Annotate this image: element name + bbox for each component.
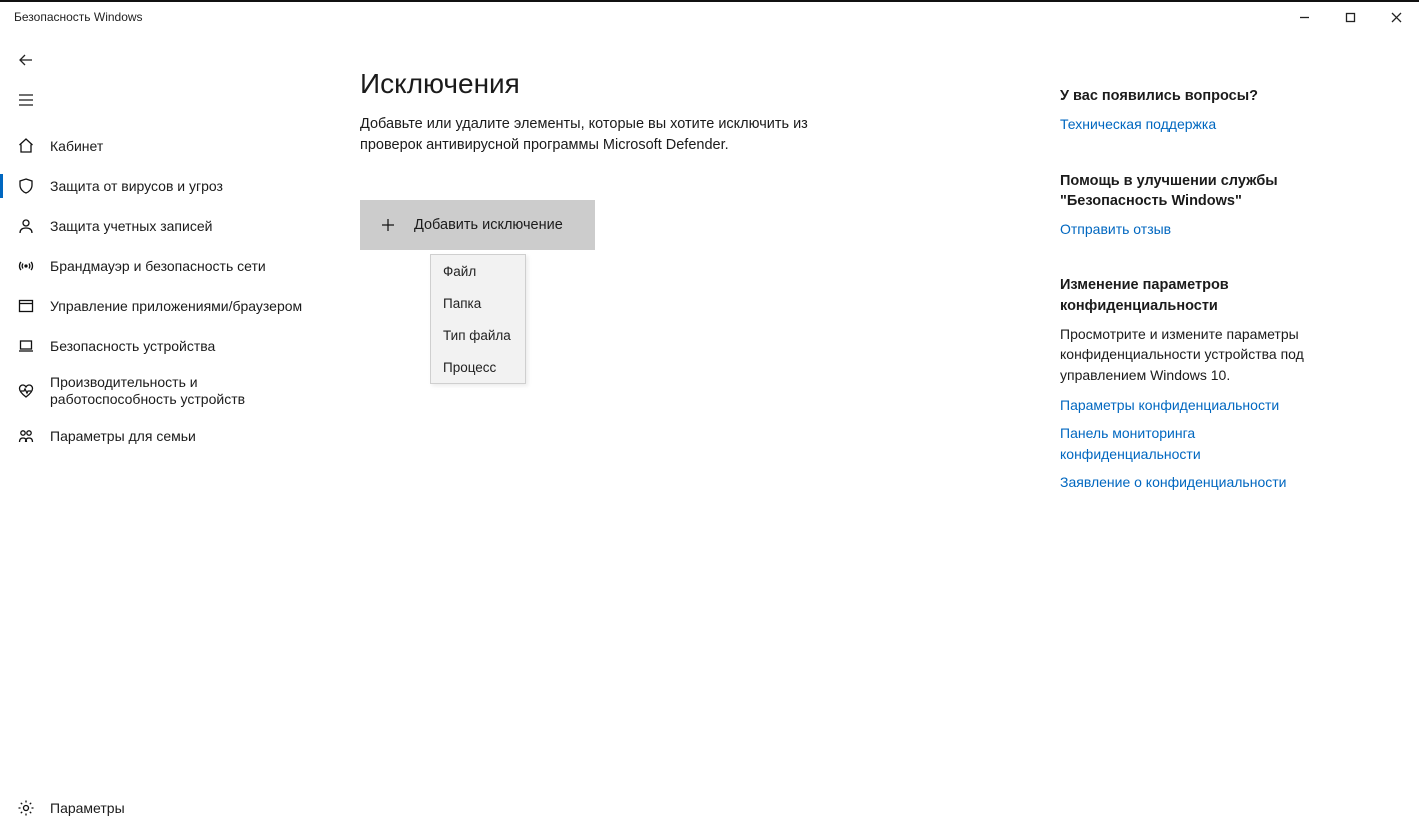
laptop-icon [16,336,36,356]
help-heading: У вас появились вопросы? [1060,86,1326,106]
privacy-settings-link[interactable]: Параметры конфиденциальности [1060,395,1326,415]
sidebar-item-firewall[interactable]: Брандмауэр и безопасность сети [0,246,320,286]
heart-icon [16,381,36,401]
sidebar-item-label: Защита учетных записей [50,218,212,235]
sidebar-item-virus[interactable]: Защита от вирусов и угроз [0,166,320,206]
gear-icon [16,798,36,818]
sidebar: Кабинет Защита от вирусов и угроз Защита… [0,32,320,834]
signal-icon [16,256,36,276]
app-window-icon [16,296,36,316]
hamburger-icon [17,91,35,109]
page-description: Добавьте или удалите элементы, которые в… [360,114,820,156]
dropdown-item-filetype[interactable]: Тип файла [431,319,525,351]
add-exclusion-label: Добавить исключение [414,217,563,233]
right-column: У вас появились вопросы? Техническая под… [1060,60,1350,834]
home-icon [16,136,36,156]
sidebar-item-label: Управление приложениями/браузером [50,298,302,315]
sidebar-item-home[interactable]: Кабинет [0,126,320,166]
dropdown-item-folder[interactable]: Папка [431,287,525,319]
privacy-heading: Изменение параметров конфиденциальности [1060,275,1326,316]
sidebar-item-label: Параметры для семьи [50,428,196,445]
sidebar-item-label: Защита от вирусов и угроз [50,178,223,195]
dropdown-item-process[interactable]: Процесс [431,351,525,383]
family-icon [16,426,36,446]
close-button[interactable] [1373,2,1419,32]
main-content: Исключения Добавьте или удалите элементы… [360,60,1060,834]
sidebar-item-appbrowser[interactable]: Управление приложениями/браузером [0,286,320,326]
person-icon [16,216,36,236]
dropdown-item-file[interactable]: Файл [431,255,525,287]
help-section: У вас появились вопросы? Техническая под… [1060,86,1326,135]
privacy-text: Просмотрите и измените параметры конфиде… [1060,324,1326,385]
send-feedback-link[interactable]: Отправить отзыв [1060,219,1326,239]
feedback-heading: Помощь в улучшении службы "Безопасность … [1060,171,1326,212]
sidebar-item-settings[interactable]: Параметры [0,788,320,828]
menu-button[interactable] [6,80,46,120]
support-link[interactable]: Техническая поддержка [1060,114,1326,134]
maximize-icon [1345,12,1356,23]
privacy-section: Изменение параметров конфиденциальности … [1060,275,1326,492]
privacy-dashboard-link[interactable]: Панель мониторинга конфиденциальности [1060,423,1326,464]
sidebar-item-label: Производительность и работоспособность у… [50,374,320,408]
sidebar-item-family[interactable]: Параметры для семьи [0,416,320,456]
sidebar-item-label: Кабинет [50,138,103,155]
plus-icon [380,217,396,233]
minimize-icon [1299,12,1310,23]
back-button[interactable] [6,40,46,80]
shield-icon [16,176,36,196]
add-exclusion-dropdown: Файл Папка Тип файла Процесс [430,254,526,384]
add-exclusion-button[interactable]: Добавить исключение [360,200,595,250]
sidebar-item-account[interactable]: Защита учетных записей [0,206,320,246]
feedback-section: Помощь в улучшении службы "Безопасность … [1060,171,1326,240]
minimize-button[interactable] [1281,2,1327,32]
titlebar[interactable]: Безопасность Windows [0,2,1419,32]
sidebar-item-label: Параметры [50,800,125,817]
sidebar-item-label: Брандмауэр и безопасность сети [50,258,266,275]
close-icon [1391,12,1402,23]
window-title: Безопасность Windows [14,10,143,24]
sidebar-item-performance[interactable]: Производительность и работоспособность у… [0,366,320,416]
maximize-button[interactable] [1327,2,1373,32]
privacy-statement-link[interactable]: Заявление о конфиденциальности [1060,472,1326,492]
sidebar-item-label: Безопасность устройства [50,338,215,355]
arrow-left-icon [17,51,35,69]
sidebar-item-device[interactable]: Безопасность устройства [0,326,320,366]
page-title: Исключения [360,68,1060,100]
